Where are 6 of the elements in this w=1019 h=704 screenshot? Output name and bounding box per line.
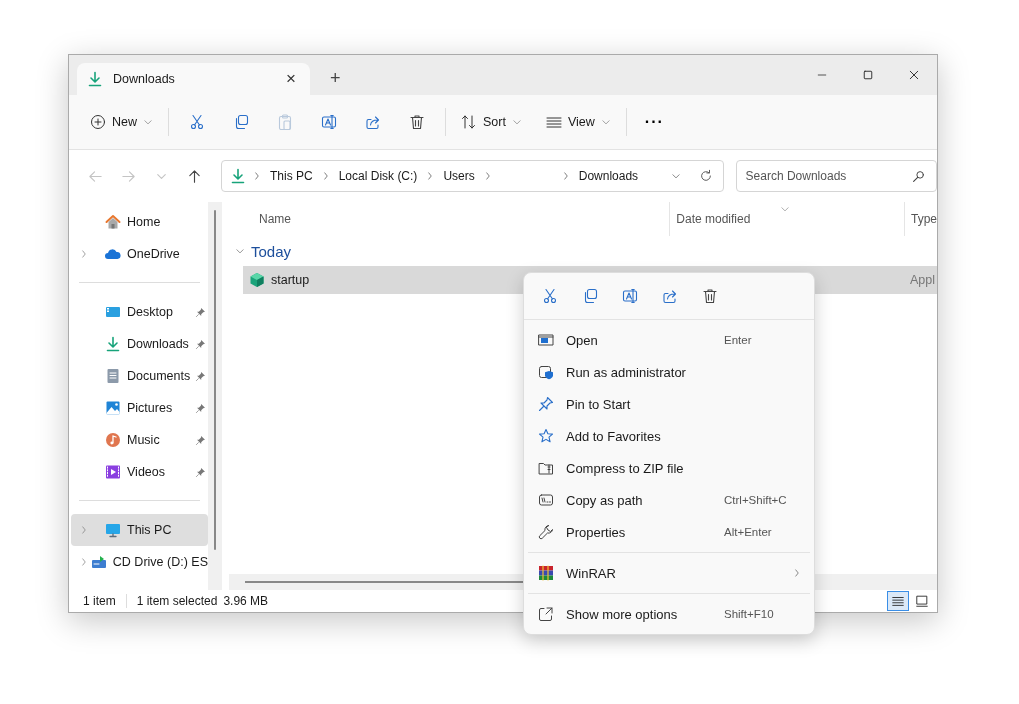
tab-title: Downloads [113,72,176,86]
selection-size: 3.96 MB [223,594,269,608]
file-type: Appl [909,273,936,287]
selection-count: 1 item selected [136,594,218,608]
file-name: startup [271,273,310,287]
item-count: 1 item [83,594,127,608]
